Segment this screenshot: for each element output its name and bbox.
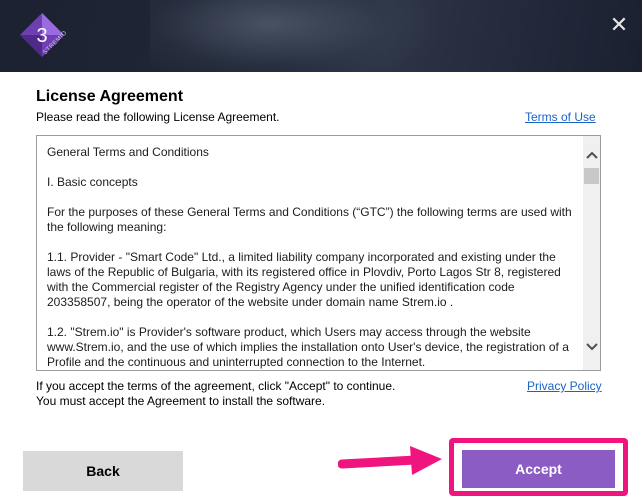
close-icon[interactable]: ✕: [606, 12, 632, 38]
terms-of-use-link[interactable]: Terms of Use: [525, 110, 596, 124]
instruction-line: You must accept the Agreement to install…: [36, 394, 326, 408]
instruction-line: If you accept the terms of the agreement…: [36, 379, 396, 393]
scroll-down-icon[interactable]: [583, 340, 600, 357]
page-title: License Agreement: [36, 88, 184, 105]
scroll-up-icon[interactable]: [583, 148, 600, 165]
license-paragraph: 1.1. Provider - "Smart Code" Ltd., a lim…: [47, 250, 561, 309]
license-paragraph: For the purposes of these General Terms …: [47, 205, 572, 234]
mountain-backdrop: [150, 0, 450, 72]
accept-instructions: If you accept the terms of the agreement…: [36, 379, 395, 409]
license-paragraph: I. Basic concepts: [47, 175, 138, 189]
pointing-arrow-icon: [338, 446, 442, 475]
accept-button[interactable]: Accept: [462, 450, 615, 488]
back-button[interactable]: Back: [23, 451, 183, 491]
privacy-policy-link[interactable]: Privacy Policy: [527, 379, 602, 393]
license-paragraph: General Terms and Conditions: [47, 145, 209, 159]
vertical-scrollbar[interactable]: [583, 136, 600, 370]
page-subtitle: Please read the following License Agreem…: [36, 110, 280, 124]
license-text: General Terms and Conditions I. Basic co…: [47, 145, 575, 370]
installer-header: 3 STREMIO ✕: [0, 0, 642, 72]
license-paragraph: 1.2. "Strem.io" is Provider's software p…: [47, 325, 569, 369]
license-text-box[interactable]: General Terms and Conditions I. Basic co…: [36, 135, 601, 371]
logo-glyph: 3: [36, 25, 47, 47]
scrollbar-thumb[interactable]: [584, 168, 599, 184]
